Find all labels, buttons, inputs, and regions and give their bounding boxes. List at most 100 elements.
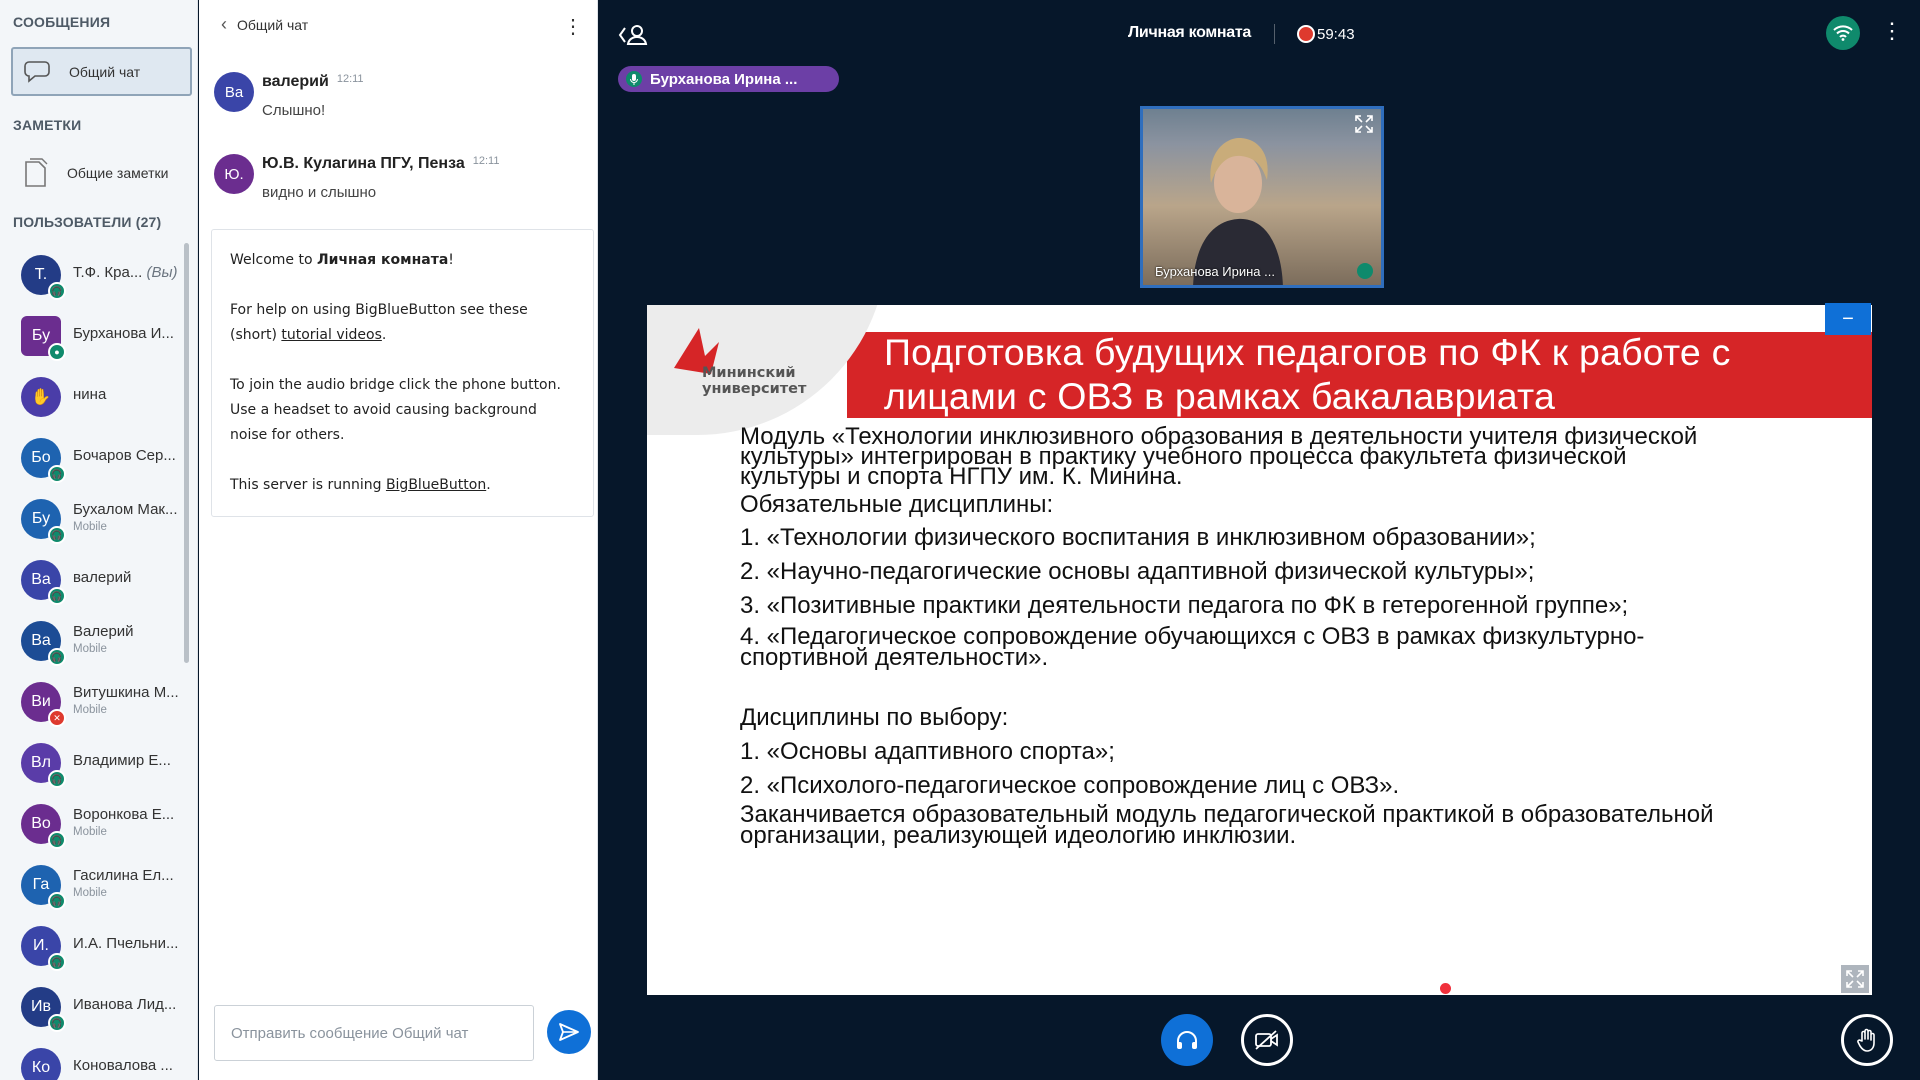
shared-notes-item[interactable]: Общие заметки [11, 148, 192, 197]
divider [1274, 24, 1275, 44]
chat-header[interactable]: ‹ Общий чат [221, 14, 308, 35]
avatar: Ва [214, 72, 254, 112]
notes-section-title: ЗАМЕТКИ [13, 117, 82, 133]
video-off-icon [1255, 1030, 1278, 1050]
help-text-end: . [381, 327, 387, 343]
user-name: Воронкова Е... [73, 806, 175, 823]
fullscreen-button[interactable] [1841, 965, 1869, 993]
slide-text-line: 2. «Психолого-педагогическое сопровожден… [740, 772, 1400, 799]
minimize-presentation-button[interactable]: − [1825, 303, 1871, 335]
user-name: Бурханова И... [73, 325, 174, 342]
avatar: Ю. [214, 154, 254, 194]
chat-bubble-icon [21, 55, 55, 89]
webcam-video[interactable]: Бурханова Ирина ... [1140, 106, 1384, 288]
user-item[interactable]: Во 🎧 Воронкова Е... Mobile [0, 796, 190, 857]
bigbluebutton-link[interactable]: BigBlueButton [386, 477, 486, 493]
user-client-label: Mobile [73, 887, 107, 899]
user-item[interactable]: ✋ нина [0, 369, 190, 430]
shared-notes-label: Общие заметки [67, 164, 169, 181]
presenter-pointer [1440, 983, 1451, 994]
user-toggle-icon [618, 25, 648, 45]
user-item[interactable]: Ва 🎧 валерий [0, 552, 190, 613]
public-chat-item[interactable]: Общий чат [11, 47, 192, 96]
logo-line-2: университет [702, 381, 807, 397]
chevron-left-icon[interactable]: ‹ [221, 14, 227, 35]
more-options-icon[interactable]: ⋮ [1881, 18, 1903, 44]
recording-indicator-icon[interactable] [1297, 25, 1315, 43]
user-item[interactable]: И. 🎧 И.А. Пчельни... [0, 918, 190, 979]
toggle-userlist-button[interactable] [618, 22, 648, 53]
raise-hand-button[interactable] [1841, 1014, 1893, 1066]
slide-text-line: 2. «Научно-педагогические основы адаптив… [740, 558, 1535, 585]
server-text: This server is running [230, 477, 386, 493]
user-item[interactable]: Бу 🎧 Бухалом Мак... Mobile [0, 491, 190, 552]
user-item[interactable]: Ви ✕ Витушкина М... Mobile [0, 674, 190, 735]
avatar: ✋ [21, 377, 61, 417]
welcome-message: Welcome to Личная комната! For help on u… [211, 229, 594, 517]
user-name: Бочаров Сер... [73, 447, 176, 464]
user-list-scrollbar[interactable] [184, 243, 189, 663]
user-name: Коновалова ... [73, 1057, 173, 1074]
slide-logo-text: Мининский университет [702, 365, 806, 397]
headset-icon: 🎧 [48, 1014, 66, 1032]
users-list: Т. 🎧 Т.Ф. Кра... (Вы) Бу ● Бурханова И..… [0, 247, 190, 1080]
chat-title: Общий чат [237, 16, 309, 33]
expand-icon[interactable] [1353, 113, 1375, 135]
message-text: видно и слышно [262, 184, 377, 201]
message-author: валерий [262, 73, 329, 90]
message-time: 12:11 [472, 155, 500, 167]
audio-help-text: To join the audio bridge click the phone… [230, 377, 561, 443]
user-item[interactable]: Ва 🎧 Валерий Mobile [0, 613, 190, 674]
audio-button[interactable] [1161, 1014, 1213, 1066]
document-icon [19, 156, 53, 190]
slide-text-line: организации, реализующей идеологию инклю… [740, 822, 1297, 849]
recording-time: 59:43 [1317, 26, 1355, 43]
avatar: Ко [21, 1048, 61, 1080]
slide-text-line: Дисциплины по выбору: [740, 704, 1009, 731]
user-item[interactable]: Ко Коновалова ... [0, 1040, 190, 1080]
headphones-icon [1177, 1031, 1197, 1049]
connection-status-button[interactable] [1826, 16, 1860, 50]
user-list-panel: СООБЩЕНИЯ Общий чат ЗАМЕТКИ Общие заметк… [0, 0, 198, 1080]
users-section-title: ПОЛЬЗОВАТЕЛИ (27) [13, 214, 162, 230]
talking-indicator[interactable]: Бурханова Ирина ... [618, 66, 839, 92]
user-name: Гасилина Ел... [73, 867, 174, 884]
welcome-room-name: Личная комната [317, 252, 449, 268]
raised-hand-icon: ✋ [31, 389, 51, 406]
muted-microphone-icon: ✕ [48, 709, 66, 727]
hand-icon [1857, 1028, 1875, 1052]
user-item[interactable]: Ив 🎧 Иванова Лид... [0, 979, 190, 1040]
wifi-icon [1833, 25, 1853, 41]
user-item[interactable]: Бу ● Бурханова И... [0, 308, 190, 369]
send-button[interactable] [547, 1010, 591, 1054]
microphone-icon [626, 71, 642, 87]
chat-message-input[interactable] [214, 1005, 534, 1061]
message-author: Ю.В. Кулагина ПГУ, Пенза [262, 155, 465, 172]
headset-icon: 🎧 [48, 526, 66, 544]
user-item[interactable]: Т. 🎧 Т.Ф. Кра... (Вы) [0, 247, 190, 308]
fullscreen-icon [1846, 970, 1864, 988]
user-name: Валерий [73, 623, 134, 640]
welcome-text: Welcome to [230, 252, 317, 268]
server-text-end: . [486, 477, 491, 493]
message-text: Слышно! [262, 102, 326, 119]
user-item[interactable]: Бо 🎧 Бочаров Сер... [0, 430, 190, 491]
webcam-user-name: Бурханова Ирина ... [1155, 264, 1275, 279]
slide-body: Модуль «Технологии инклюзивного образова… [740, 425, 1850, 849]
message-time: 12:11 [336, 73, 364, 85]
share-webcam-button[interactable] [1241, 1014, 1293, 1066]
slide-text-line: спортивной деятельности». [740, 644, 1049, 671]
messages-section-title: СООБЩЕНИЯ [13, 14, 111, 30]
chat-panel: ‹ Общий чат ⋮ Ва валерий 12:11 Слышно! Ю.… [199, 0, 598, 1080]
user-name: нина [73, 386, 107, 403]
user-item[interactable]: Вл 🎧 Владимир Е... [0, 735, 190, 796]
more-options-icon[interactable]: ⋮ [563, 14, 583, 39]
slide-text-line: 3. «Позитивные практики деятельности пед… [740, 592, 1629, 619]
slide-title: Подготовка будущих педагогов по ФК к раб… [884, 330, 1864, 418]
headset-icon: 🎧 [48, 587, 66, 605]
headset-icon: 🎧 [48, 465, 66, 483]
slide-text-line: 1. «Основы адаптивного спорта»; [740, 738, 1115, 765]
user-item[interactable]: Га 🎧 Гасилина Ел... Mobile [0, 857, 190, 918]
tutorial-videos-link[interactable]: tutorial videos [281, 327, 382, 343]
user-name: Владимир Е... [73, 752, 171, 769]
